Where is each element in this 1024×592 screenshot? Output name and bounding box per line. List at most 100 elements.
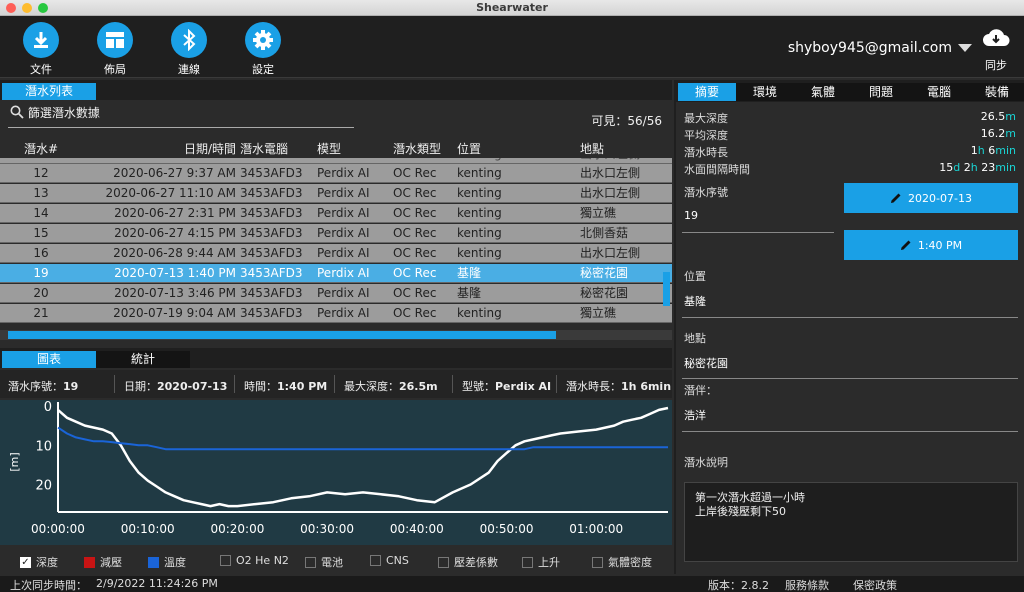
chevron-down-icon: [958, 44, 972, 52]
cell-no: 15: [33, 226, 49, 240]
checkbox-checked-icon: [84, 556, 95, 568]
info-model: 型號：Perdix AI: [462, 380, 552, 393]
table-row[interactable]: 15 2020-06-27 4:15 PM 3453AFD3 Perdix AI OC …: [0, 224, 672, 243]
tab-detail-3[interactable]: 問題: [852, 83, 910, 101]
layout-button[interactable]: 佈局: [85, 22, 145, 77]
tab-detail-4[interactable]: 電腦: [910, 83, 968, 101]
last-sync-label: 上次同步時間：: [10, 579, 87, 592]
column-header-computer[interactable]: 潛水電腦: [240, 140, 288, 157]
legend-toggle-5[interactable]: CNS: [370, 554, 409, 567]
settings-button[interactable]: 設定: [233, 22, 293, 77]
tab-detail-0[interactable]: 摘要: [678, 83, 736, 101]
window-title: Shearwater: [476, 1, 548, 14]
info-date: 日期：2020-07-13: [124, 380, 228, 393]
dive-profile-chart[interactable]: 0 10 20 [m] 00:00:00 00:10:00 00:20:00 00:30:00…: [0, 400, 672, 545]
account-email: shyboy945@gmail.com: [787, 40, 952, 56]
column-header-model[interactable]: 模型: [317, 140, 341, 157]
date-button-label: 2020-07-13: [908, 191, 972, 205]
legend-toggle-0[interactable]: ✓ 深度: [20, 554, 58, 570]
tab-detail-5[interactable]: 裝備: [968, 83, 1024, 101]
cell-computer: 3453AFD3: [240, 226, 303, 240]
column-header-no[interactable]: 潛水#: [20, 140, 62, 157]
cell-no: 14: [33, 206, 49, 220]
table-row[interactable]: 21 2020-07-19 9:04 AM 3453AFD3 Perdix AI OC …: [0, 304, 672, 323]
legend-toggle-6[interactable]: 壓差係數: [438, 554, 498, 570]
dive-table-body: 2020-06-26 3:00 PM3453AFD3Perdix AIOC Re…: [0, 158, 672, 330]
dive-number-field[interactable]: 19: [684, 209, 698, 222]
cell-type: OC Rec: [393, 166, 437, 180]
cell-model: Perdix AI: [317, 186, 370, 200]
privacy-link[interactable]: 保密政策: [853, 577, 897, 592]
cell-no: 19: [33, 266, 49, 280]
cell-site: 秘密花園: [580, 266, 629, 280]
cell-computer: 3453AFD3: [240, 286, 303, 300]
connect-label: 連線: [178, 63, 200, 76]
cell-date: 2020-06-27 2:31 PM: [114, 206, 236, 220]
cell-type: OC Rec: [393, 306, 437, 320]
checkbox-unchecked-icon: [592, 556, 603, 568]
cell-computer: 3453AFD3: [240, 306, 303, 320]
date-button[interactable]: 2020-07-13: [844, 183, 1018, 213]
tab-dive-list[interactable]: 潛水列表: [2, 83, 96, 100]
table-row[interactable]: 20 2020-07-13 3:46 PM 3453AFD3 Perdix AI OC …: [0, 284, 672, 303]
cell-no: 16: [33, 246, 49, 260]
column-header-type[interactable]: 潛水類型: [393, 140, 441, 157]
cell-model: Perdix AI: [317, 226, 370, 240]
cell-location: kenting: [457, 246, 502, 260]
legend-toggle-2[interactable]: 溫度: [148, 554, 186, 570]
legend-label: 溫度: [164, 556, 186, 569]
location-field[interactable]: 基隆: [684, 293, 706, 309]
cell-no: 13: [33, 186, 49, 200]
legend-toggle-4[interactable]: 電池: [305, 554, 343, 570]
vertical-scrollbar-thumb[interactable]: [663, 272, 670, 306]
file-button[interactable]: 文件: [11, 22, 71, 77]
connect-button[interactable]: 連線: [159, 22, 219, 77]
surface-interval-label: 水面間隔時間: [684, 163, 750, 176]
cell-location: 基隆: [457, 286, 482, 300]
layout-label: 佈局: [104, 63, 126, 76]
field-underline: [682, 431, 1018, 432]
legend-toggle-8[interactable]: 氣體密度: [592, 554, 652, 570]
legend-label: 壓差係數: [454, 556, 498, 569]
checkbox-unchecked-icon: [305, 556, 316, 568]
dive-profile-svg: 0 10 20 [m] 00:00:00 00:10:00 00:20:00 00:30:00…: [8, 400, 669, 536]
info-dive-no: 潛水序號：19: [8, 380, 79, 393]
x-tick-label: 00:10:00: [121, 522, 175, 536]
account-dropdown[interactable]: shyboy945@gmail.com: [788, 40, 972, 56]
tab-chart[interactable]: 圖表: [2, 351, 96, 368]
table-row[interactable]: 16 2020-06-28 9:44 AM 3453AFD3 Perdix AI OC …: [0, 244, 672, 263]
table-row[interactable]: 19 2020-07-13 1:40 PM 3453AFD3 Perdix AI OC …: [0, 264, 672, 283]
cell-date: 2020-06-28 9:44 AM: [113, 246, 236, 260]
column-header-date[interactable]: 日期/時間: [90, 140, 236, 157]
filter-button[interactable]: 篩選潛水數據: [10, 104, 100, 121]
cell-site: 秘密花園: [580, 286, 629, 300]
tab-detail-2[interactable]: 氣體: [794, 83, 852, 101]
legend-toggle-1[interactable]: 減壓: [84, 554, 122, 570]
legend-toggle-3[interactable]: O2 He N2: [220, 554, 289, 567]
column-header-location[interactable]: 位置: [457, 140, 481, 157]
sync-button[interactable]: 同步: [978, 28, 1014, 73]
checkbox-checked-icon: ✓: [20, 556, 31, 568]
legend-toggle-7[interactable]: 上升: [522, 554, 560, 570]
divider: [452, 375, 453, 393]
tab-stats[interactable]: 統計: [96, 351, 190, 368]
terms-link[interactable]: 服務條款: [785, 577, 829, 592]
duration-value: 1h 6min: [970, 144, 1016, 157]
table-row[interactable]: 12 2020-06-27 9:37 AM 3453AFD3 Perdix AI OC …: [0, 164, 672, 183]
cell-site: 出水口左側: [580, 246, 641, 260]
time-button[interactable]: 1:40 PM: [844, 230, 1018, 260]
notes-textarea[interactable]: 第一次潛水超過一小時 上岸後殘壓剩下50: [684, 482, 1018, 562]
tab-detail-1[interactable]: 環境: [736, 83, 794, 101]
buddy-field[interactable]: 浩洋: [684, 407, 706, 423]
depth-series-line: [57, 406, 669, 508]
cell-date: 2020-06-27 4:15 PM: [114, 226, 236, 240]
cell-date: 2020-06-27 9:37 AM: [113, 166, 236, 180]
column-header-site[interactable]: 地點: [580, 140, 604, 157]
location-label: 位置: [684, 270, 706, 283]
table-row[interactable]: 13 2020-06-27 11:10 AM 3453AFD3 Perdix AI OC…: [0, 184, 672, 203]
table-row[interactable]: 14 2020-06-27 2:31 PM 3453AFD3 Perdix AI OC …: [0, 204, 672, 223]
horizontal-scrollbar-thumb[interactable]: [8, 331, 556, 339]
site-field[interactable]: 秘密花園: [684, 355, 728, 371]
cell-date: 2020-07-13 3:46 PM: [114, 286, 236, 300]
bluetooth-icon: [171, 22, 207, 58]
